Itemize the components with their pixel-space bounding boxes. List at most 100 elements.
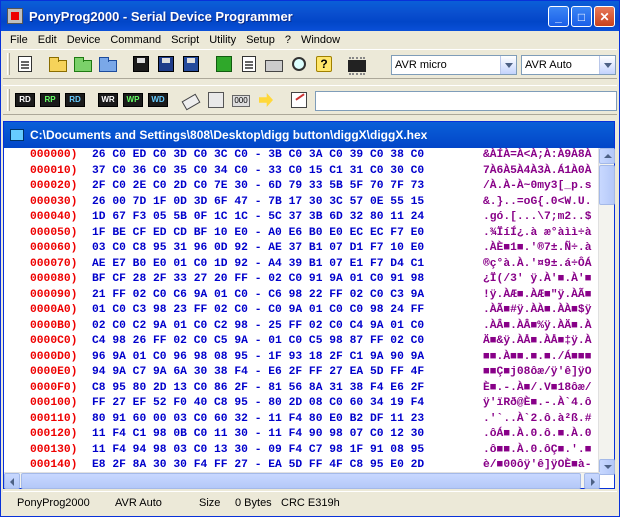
erase-button[interactable] [180,89,202,111]
hex-row-ascii[interactable]: .ÀÈ■1■.'®7±.Ñ÷.à [483,241,591,257]
hex-row-bytes[interactable]: 11 F4 C1 98 0B C0 11 30 - 11 F4 90 98 07… [92,427,424,443]
title-bar[interactable]: PonyProg2000 - Serial Device Programmer … [1,1,619,31]
hex-row[interactable]: 000070) AE E7 B0 E0 01 C0 1D 92 - A4 39 B… [4,257,602,273]
hex-row[interactable]: 000020) 2F C0 2E C0 2D C0 7E 30 - 6D 79 3… [4,179,602,195]
hex-row-bytes[interactable]: 26 C0 ED C0 3D C0 3C C0 - 3B C0 3A C0 39… [92,148,424,164]
write-all-button[interactable]: WR [97,89,119,111]
hex-row-bytes[interactable]: 11 F4 94 98 03 C0 13 30 - 09 F4 C7 98 1F… [92,443,424,459]
vertical-scroll-thumb[interactable] [599,165,615,205]
hex-row[interactable]: 000120) 11 F4 C1 98 0B C0 11 30 - 11 F4 9… [4,427,602,443]
hex-row-bytes[interactable]: 26 00 7D 1F 0D 3D 6F 47 - 7B 17 30 3C 57… [92,195,424,211]
hex-row-ascii[interactable]: .ô■■.À.0.ôÇ■.'.■ [483,443,591,459]
open-data-file-button[interactable] [97,53,119,75]
hex-row-ascii[interactable]: !ÿ.ÀÆ■.ÀÆ■"ÿ.ÀÃ■ [483,288,591,304]
hex-row[interactable]: 000130) 11 F4 94 98 03 C0 13 30 - 09 F4 C… [4,443,602,459]
chevron-down-icon[interactable] [500,56,516,74]
scroll-right-icon[interactable] [584,473,600,489]
maximize-button[interactable]: □ [571,6,592,27]
menu-help[interactable]: ? [280,34,296,46]
scroll-left-icon[interactable] [4,473,20,489]
hex-row-bytes[interactable]: FF 27 EF 52 F0 40 C8 95 - 80 2D 08 C0 60… [92,396,424,412]
menu-edit[interactable]: Edit [33,34,62,46]
hex-row-bytes[interactable]: 1F BE CF ED CD BF 10 E0 - A0 E6 B0 E0 EC… [92,226,424,242]
hex-row-ascii[interactable]: ÿ'ïRð@È■.-.À`4.ô [483,396,591,412]
hex-row-bytes[interactable]: 80 91 60 00 03 C0 60 32 - 11 F4 80 E0 B2… [92,412,424,428]
hex-row-bytes[interactable]: 37 C0 36 C0 35 C0 34 C0 - 33 C0 15 C1 31… [92,164,424,180]
menu-setup[interactable]: Setup [241,34,280,46]
menu-utility[interactable]: Utility [204,34,241,46]
close-button[interactable]: ✕ [594,6,615,27]
save-data-file-button[interactable] [180,53,202,75]
document-title-bar[interactable]: C:\Documents and Settings\808\Desktop\di… [4,122,614,148]
device-chip-button[interactable] [346,53,368,75]
scroll-down-icon[interactable] [599,459,615,475]
toolbar-grip[interactable] [7,53,10,75]
edit-note-button[interactable] [238,53,260,75]
device-type-select[interactable]: AVR Auto [521,55,616,75]
hex-row-ascii[interactable]: .ÀÂ■.ÀÂ■%ÿ.ÀÄ■.À [483,319,591,335]
hex-row[interactable]: 000080) BF CF 28 2F 33 27 20 FF - 02 C0 9… [4,272,602,288]
menu-window[interactable]: Window [296,34,345,46]
hex-row[interactable]: 000050) 1F BE CF ED CD BF 10 E0 - A0 E6 B… [4,226,602,242]
program-button[interactable] [205,89,227,111]
hex-row[interactable]: 0000A0) 01 C0 C3 98 23 FF 02 C0 - C0 9A 0… [4,303,602,319]
hex-row-bytes[interactable]: C8 95 80 2D 13 C0 86 2F - 81 56 8A 31 38… [92,381,424,397]
minimize-button[interactable]: _ [548,6,569,27]
read-all-button[interactable]: RD [14,89,36,111]
read-program-button[interactable]: RP [39,89,61,111]
hex-row-bytes[interactable]: 94 9A C7 9A 6A 30 38 F4 - E6 2F FF 27 EA… [92,365,424,381]
hex-row[interactable]: 000000) 26 C0 ED C0 3D C0 3C C0 - 3B C0 3… [4,148,602,164]
hex-row-bytes[interactable]: 96 9A 01 C0 96 98 08 95 - 1F 93 18 2F C1… [92,350,424,366]
next-button[interactable] [255,89,277,111]
menu-file[interactable]: File [5,34,33,46]
hex-row-bytes[interactable]: BF CF 28 2F 33 27 20 FF - 02 C0 91 9A 01… [92,272,424,288]
hex-row[interactable]: 0000C0) C4 98 26 FF 02 C0 C5 9A - 01 C0 C… [4,334,602,350]
hex-row-ascii[interactable]: .¾ÏíÍ¿.à æ°àìì÷à [483,226,591,242]
hex-row-ascii[interactable]: Ä■&ÿ.ÀÅ■.ÀÅ■‡ÿ.À [483,334,591,350]
print-button[interactable] [263,53,285,75]
chevron-down-icon[interactable] [599,56,615,74]
hex-row[interactable]: 000040) 1D 67 F3 05 5B 0F 1C 1C - 5C 37 3… [4,210,602,226]
hex-row-ascii[interactable]: ¿Ï(/3' ÿ.À'■.À'■ [483,272,591,288]
hex-row[interactable]: 0000D0) 96 9A 01 C0 96 98 08 95 - 1F 93 1… [4,350,602,366]
hex-row-bytes[interactable]: AE E7 B0 E0 01 C0 1D 92 - A4 39 B1 07 E1… [92,257,424,273]
hex-row-ascii[interactable]: ®ç°à.À.'¤9±.á÷ÔÁ [483,257,591,273]
menu-script[interactable]: Script [166,34,204,46]
address-field[interactable] [315,91,617,111]
hex-row-bytes[interactable]: 1D 67 F3 05 5B 0F 1C 1C - 5C 37 3B 6D 32… [92,210,424,226]
vertical-scrollbar[interactable] [598,148,615,475]
open-program-file-button[interactable] [72,53,94,75]
hex-row[interactable]: 000010) 37 C0 36 C0 35 C0 34 C0 - 33 C0 1… [4,164,602,180]
hex-row-bytes[interactable]: 02 C0 C2 9A 01 C0 C2 98 - 25 FF 02 C0 C4… [92,319,424,335]
read-data-button[interactable]: RD [64,89,86,111]
new-file-button[interactable] [14,53,36,75]
save-program-file-button[interactable] [155,53,177,75]
hex-row-ascii[interactable]: ■■Ç■j08ôæ/ÿ'ê]ÿO [483,365,591,381]
hex-row-bytes[interactable]: 2F C0 2E C0 2D C0 7E 30 - 6D 79 33 5B 5F… [92,179,424,195]
hex-row[interactable]: 000030) 26 00 7D 1F 0D 3D 6F 47 - 7B 17 3… [4,195,602,211]
app-icon[interactable] [7,8,23,24]
hex-editor[interactable]: 000000) 26 C0 ED C0 3D C0 3C C0 - 3B C0 3… [4,148,602,475]
hex-row-ascii[interactable]: /À.À-À~0my3[_p.s [483,179,591,195]
hex-row-ascii[interactable]: .gó.[...\7;m2..$ [483,210,591,226]
hex-row-ascii[interactable]: .'`..À`2.ô.à²ß.# [483,412,591,428]
horizontal-scroll-thumb[interactable] [21,473,581,489]
security-fuse-button[interactable]: 000 [230,89,252,111]
hex-row[interactable]: 0000B0) 02 C0 C2 9A 01 C0 C2 98 - 25 FF 0… [4,319,602,335]
toolbar-grip[interactable] [7,89,10,111]
hex-row[interactable]: 0000F0) C8 95 80 2D 13 C0 86 2F - 81 56 8… [4,381,602,397]
hex-row[interactable]: 000060) 03 C0 C8 95 31 96 0D 92 - AE 37 B… [4,241,602,257]
edit-script-button[interactable] [288,89,310,111]
hex-row-bytes[interactable]: 01 C0 C3 98 23 FF 02 C0 - C0 9A 01 C0 C0… [92,303,424,319]
save-file-button[interactable] [130,53,152,75]
write-program-button[interactable]: WP [122,89,144,111]
menu-command[interactable]: Command [105,34,166,46]
menu-device[interactable]: Device [62,34,106,46]
hex-row-bytes[interactable]: 21 FF 02 C0 C6 9A 01 C0 - C6 98 22 FF 02… [92,288,424,304]
device-family-select[interactable]: AVR micro [391,55,517,75]
hex-row-bytes[interactable]: 03 C0 C8 95 31 96 0D 92 - AE 37 B1 07 D1… [92,241,424,257]
hex-row-ascii[interactable]: &ÀÍÀ=À<À;À:À9À8À [483,148,591,164]
scroll-up-icon[interactable] [599,148,615,164]
help-button[interactable]: ? [313,53,335,75]
hex-row-ascii[interactable]: 7À6À5À4À3À.Á1À0À [483,164,591,180]
